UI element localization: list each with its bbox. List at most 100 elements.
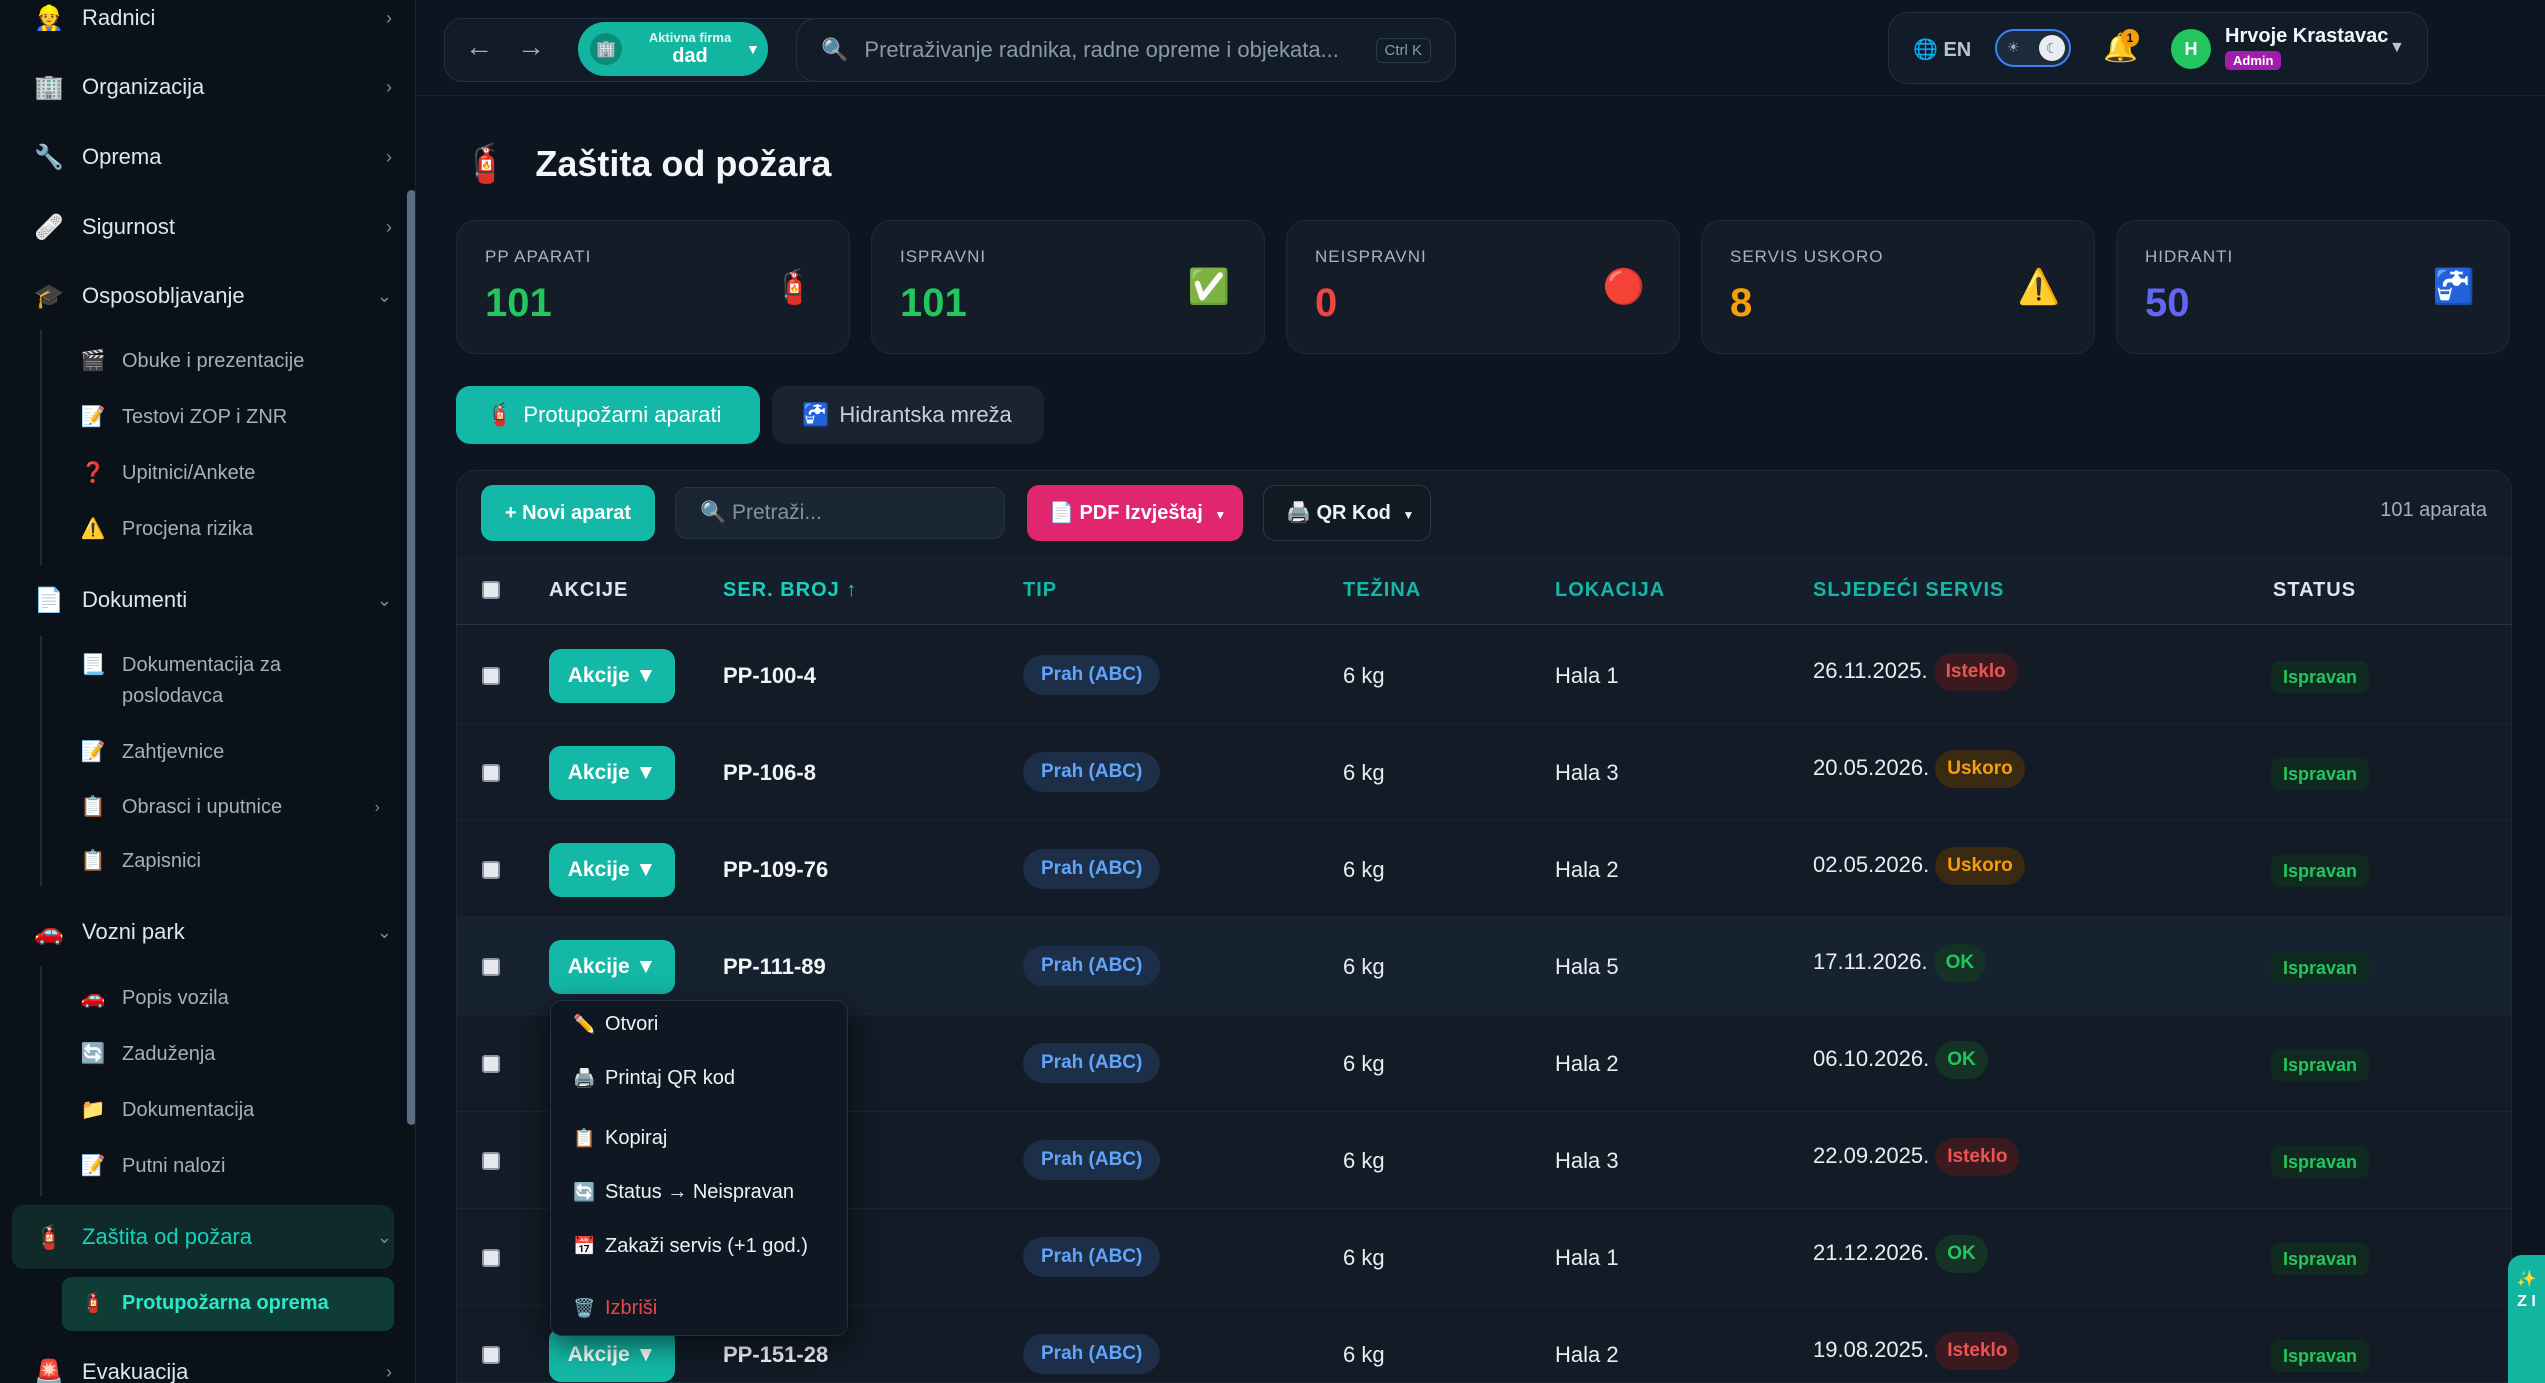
sidebar-subitem-obrasci[interactable]: 📋 Obrasci i uputnice › — [80, 792, 380, 823]
sidebar-subitem-dokumentacija[interactable]: 📁 Dokumentacija — [80, 1095, 380, 1126]
calendar-icon: 📅 — [573, 1236, 596, 1256]
sidebar-subitem-zahtjevnice[interactable]: 📝 Zahtjevnice — [80, 737, 380, 768]
forward-button[interactable]: → — [517, 31, 545, 63]
sidebar-item-oprema[interactable]: 🔧 Oprema › — [32, 137, 392, 177]
pdf-report-button[interactable]: 📄 PDF Izvještaj ▼ — [1027, 485, 1243, 541]
avatar[interactable]: H — [2171, 29, 2211, 69]
menu-item-kopiraj[interactable]: 📋 Kopiraj — [573, 1127, 667, 1150]
sidebar-subitem-testovi[interactable]: 📝 Testovi ZOP i ZNR — [80, 402, 380, 433]
menu-item-otvori[interactable]: ✏️ Otvori — [573, 1013, 658, 1036]
sidebar-item-sigurnost[interactable]: 🩹 Sigurnost › — [32, 207, 392, 247]
sidebar-item-osposobljavanje[interactable]: 🎓 Osposobljavanje ⌄ — [32, 276, 392, 316]
tab-hidrantska-mreza[interactable]: 🚰 Hidrantska mreža — [772, 386, 1044, 444]
new-extinguisher-button[interactable]: + Novi aparat — [481, 485, 655, 541]
sidebar-scrollbar[interactable] — [407, 190, 415, 1125]
sidebar-subitem-dokumentacija-poslodavca[interactable]: 📃 Dokumentacija za poslodavca — [80, 650, 380, 712]
page-header: 🧯 Zaštita od požara — [462, 142, 831, 186]
fire-extinguisher-icon: 🧯 — [34, 1223, 64, 1251]
sidebar-item-label: Oprema — [82, 144, 162, 169]
sidebar-item-radnici[interactable]: 👷 Radnici › — [32, 0, 392, 38]
stat-label: PP APARATI — [485, 247, 592, 266]
location: Hala 3 — [1555, 1148, 1619, 1173]
back-button[interactable]: ← — [465, 31, 493, 63]
caret-down-icon[interactable]: ▼ — [2389, 39, 2405, 57]
stat-label: HIDRANTI — [2145, 247, 2234, 266]
service-badge: Isteklo — [1935, 1138, 2020, 1176]
sidebar-item-zastita-od-pozara[interactable]: 🧯 Zaštita od požara ⌄ — [32, 1217, 392, 1257]
row-checkbox[interactable] — [482, 958, 500, 976]
sidebar-subitem-upitnici[interactable]: ❓ Upitnici/Ankete — [80, 458, 380, 489]
sidebar-subitem-putni-nalozi[interactable]: 📝 Putni nalozi — [80, 1151, 380, 1182]
serial-number[interactable]: PP-109-76 — [723, 857, 828, 883]
next-service-date: 21.12.2026. — [1813, 1239, 1930, 1265]
sidebar-item-evakuacija[interactable]: 🚨 Evakuacija › — [32, 1352, 392, 1383]
serial-number[interactable]: PP-151-28 — [723, 1342, 828, 1368]
next-service-date: 26.11.2025. — [1813, 657, 1928, 683]
row-checkbox[interactable] — [482, 1249, 500, 1267]
col-ser-broj[interactable]: SER. BROJ ↑ — [723, 579, 857, 602]
type-badge: Prah (ABC) — [1023, 1334, 1161, 1374]
location: Hala 2 — [1555, 1342, 1619, 1367]
serial-number[interactable]: PP-111-89 — [723, 954, 826, 980]
menu-item-printaj-qr[interactable]: 🖨️ Printaj QR kod — [573, 1067, 735, 1090]
row-checkbox[interactable] — [482, 764, 500, 782]
sidebar-item-organizacija[interactable]: 🏢 Organizacija › — [32, 67, 392, 107]
worker-icon: 👷 — [34, 4, 64, 32]
serial-number[interactable]: PP-106-8 — [723, 760, 816, 786]
stat-card-ispravni: ISPRAVNI 101 ✅ — [871, 220, 1265, 354]
floating-assistant-tab[interactable]: ✨ Z I — [2508, 1255, 2545, 1383]
language-switch[interactable]: 🌐 EN — [1913, 37, 1971, 62]
caret-down-icon: ▼ — [746, 41, 760, 57]
row-checkbox[interactable] — [482, 1346, 500, 1364]
stat-value: 101 — [900, 281, 967, 325]
qr-code-button[interactable]: 🖨️ QR Kod ▼ — [1263, 485, 1431, 541]
weight: 6 kg — [1343, 1342, 1385, 1367]
tab-protupozarni-aparati[interactable]: 🧯 Protupožarni aparati — [456, 386, 760, 444]
location: Hala 3 — [1555, 760, 1619, 785]
actions-button[interactable]: Akcije ▼ — [549, 649, 675, 703]
sidebar-subitem-zapisnici[interactable]: 📋 Zapisnici — [80, 846, 380, 877]
col-lokacija[interactable]: LOKACIJA — [1555, 579, 1665, 602]
firm-name: dad — [672, 45, 708, 67]
row-checkbox[interactable] — [482, 861, 500, 879]
col-tip[interactable]: TIP — [1023, 579, 1057, 602]
sidebar-subitem-obuke[interactable]: 🎬 Obuke i prezentacije — [80, 346, 380, 377]
page-icon: 📃 — [80, 654, 106, 676]
type-badge: Prah (ABC) — [1023, 655, 1161, 695]
serial-number[interactable]: PP-100-4 — [723, 663, 816, 689]
sidebar-subitem-protupozarna-oprema[interactable]: 🧯 Protupožarna oprema — [80, 1288, 380, 1319]
service-badge: Isteklo — [1935, 1332, 2020, 1370]
global-search[interactable]: 🔍 Pretraživanje radnika, radne opreme i … — [796, 18, 1456, 82]
actions-button[interactable]: Akcije ▼ — [549, 843, 675, 897]
warning-icon: ⚠️ — [80, 518, 106, 540]
col-sljedeci-servis[interactable]: SLJEDEĆI SERVIS — [1813, 579, 2004, 602]
sidebar-item-dokumenti[interactable]: 📄 Dokumenti ⌄ — [32, 580, 392, 620]
menu-item-status-neispravan[interactable]: 🔄 Status → Neispravan — [573, 1181, 794, 1204]
row-checkbox[interactable] — [482, 1152, 500, 1170]
chevron-down-icon: ⌄ — [376, 285, 392, 306]
actions-button[interactable]: Akcije ▼ — [549, 1328, 675, 1382]
sidebar-subitem-popis-vozila[interactable]: 🚗 Popis vozila — [80, 983, 380, 1014]
sidebar-item-vozni-park[interactable]: 🚗 Vozni park ⌄ — [32, 912, 392, 952]
row-checkbox[interactable] — [482, 667, 500, 685]
firm-text: Aktivna firma dad — [640, 30, 740, 68]
sidebar-subitem-procjena[interactable]: ⚠️ Procjena rizika — [80, 514, 380, 545]
sidebar-subitem-label: Obrasci i uputnice — [122, 796, 283, 818]
table-search-input[interactable]: 🔍 Pretraži... — [675, 487, 1005, 539]
menu-item-izbrisi[interactable]: 🗑️ Izbriši — [573, 1297, 657, 1320]
moon-icon: ☾ — [2039, 35, 2065, 61]
active-firm-selector[interactable]: 🏢 Aktivna firma dad ▼ — [578, 22, 768, 76]
actions-button[interactable]: Akcije ▼ — [549, 940, 675, 994]
user-name[interactable]: Hrvoje Krastavac — [2225, 25, 2388, 48]
col-tezina[interactable]: TEŽINA — [1343, 579, 1421, 602]
row-checkbox[interactable] — [482, 1055, 500, 1073]
actions-button[interactable]: Akcije ▼ — [549, 746, 675, 800]
status-badge: Ispravan — [2271, 1146, 2370, 1178]
weight: 6 kg — [1343, 760, 1385, 785]
sidebar-subitem-zaduzenja[interactable]: 🔄 Zaduženja — [80, 1039, 380, 1070]
menu-item-zakazi-servis[interactable]: 📅 Zakaži servis (+1 god.) — [573, 1235, 808, 1258]
fire-extinguisher-icon: 🧯 — [486, 402, 514, 427]
clipboard-icon: 📋 — [80, 850, 106, 872]
select-all-checkbox[interactable] — [482, 581, 500, 599]
theme-toggle[interactable]: ☀ ☾ — [1995, 29, 2071, 67]
